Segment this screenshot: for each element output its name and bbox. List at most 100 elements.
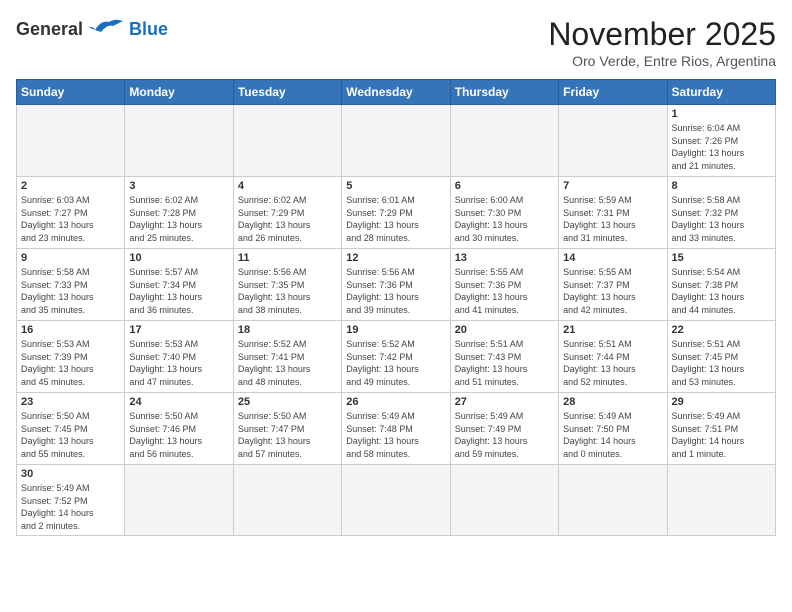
calendar-cell-6-5 [450,465,558,536]
calendar-cell-3-5: 13Sunrise: 5:55 AMSunset: 7:36 PMDayligh… [450,249,558,321]
day-number: 1 [672,108,771,120]
day-info: Sunrise: 5:52 AMSunset: 7:42 PMDaylight:… [346,338,445,388]
day-info: Sunrise: 5:57 AMSunset: 7:34 PMDaylight:… [129,266,228,316]
day-info: Sunrise: 5:51 AMSunset: 7:45 PMDaylight:… [672,338,771,388]
calendar-cell-1-5 [450,105,558,177]
calendar-cell-5-1: 23Sunrise: 5:50 AMSunset: 7:45 PMDayligh… [17,393,125,465]
calendar-cell-5-2: 24 Sunrise: 5:50 AMSunset: 7:46 PMDayligh… [125,393,233,465]
calendar-cell-1-6 [559,105,667,177]
title-section: November 2025 Oro Verde, Entre Rios, Arg… [548,16,776,69]
calendar-cell-5-7: 29 Sunrise: 5:49 AMSunset: 7:51 PMDayligh… [667,393,775,465]
calendar-header-saturday: Saturday [667,80,775,105]
day-info: Sunrise: 5:53 AMSunset: 7:40 PMDaylight:… [129,338,228,388]
day-info: Sunrise: 5:56 AMSunset: 7:36 PMDaylight:… [346,266,445,316]
day-info: Sunrise: 5:49 AMSunset: 7:49 PMDaylight:… [455,410,554,460]
day-info: Sunrise: 5:50 AMSunset: 7:46 PMDaylight:… [129,410,228,460]
day-info: Sunrise: 5:49 AMSunset: 7:51 PMDaylight:… [672,410,771,460]
calendar-cell-2-5: 6 Sunrise: 6:00 AMSunset: 7:30 PMDaylight… [450,177,558,249]
calendar-cell-4-7: 22 Sunrise: 5:51 AMSunset: 7:45 PMDayligh… [667,321,775,393]
day-number: 4 [238,180,337,192]
calendar-cell-1-4 [342,105,450,177]
day-number: 20 [455,324,554,336]
day-number: 8 [672,180,771,192]
day-number: 10 [129,252,228,264]
calendar-header-sunday: Sunday [17,80,125,105]
calendar-header-thursday: Thursday [450,80,558,105]
calendar-week-row-3: 9Sunrise: 5:58 AMSunset: 7:33 PMDaylight… [17,249,776,321]
day-info: Sunrise: 5:52 AMSunset: 7:41 PMDaylight:… [238,338,337,388]
calendar-cell-1-7: 1Sunrise: 6:04 AMSunset: 7:26 PMDaylight… [667,105,775,177]
day-info: Sunrise: 6:00 AMSunset: 7:30 PMDaylight:… [455,194,554,244]
day-info: Sunrise: 6:01 AMSunset: 7:29 PMDaylight:… [346,194,445,244]
calendar-cell-4-6: 21 Sunrise: 5:51 AMSunset: 7:44 PMDayligh… [559,321,667,393]
calendar-cell-6-3 [233,465,341,536]
day-info: Sunrise: 5:58 AMSunset: 7:33 PMDaylight:… [21,266,120,316]
calendar-cell-6-1: 30Sunrise: 5:49 AMSunset: 7:52 PMDayligh… [17,465,125,536]
day-info: Sunrise: 5:49 AMSunset: 7:52 PMDaylight:… [21,482,120,532]
day-number: 26 [346,396,445,408]
logo-blue-text: Blue [129,19,168,40]
calendar-cell-4-4: 19 Sunrise: 5:52 AMSunset: 7:42 PMDayligh… [342,321,450,393]
day-info: Sunrise: 6:03 AMSunset: 7:27 PMDaylight:… [21,194,120,244]
day-number: 15 [672,252,771,264]
day-info: Sunrise: 5:55 AMSunset: 7:36 PMDaylight:… [455,266,554,316]
calendar-header-friday: Friday [559,80,667,105]
day-number: 28 [563,396,662,408]
calendar-week-row-4: 16 Sunrise: 5:53 AMSunset: 7:39 PMDayligh… [17,321,776,393]
day-info: Sunrise: 5:51 AMSunset: 7:44 PMDaylight:… [563,338,662,388]
calendar-week-row-2: 2 Sunrise: 6:03 AMSunset: 7:27 PMDaylight… [17,177,776,249]
calendar-cell-4-3: 18 Sunrise: 5:52 AMSunset: 7:41 PMDayligh… [233,321,341,393]
calendar-cell-5-5: 27 Sunrise: 5:49 AMSunset: 7:49 PMDayligh… [450,393,558,465]
day-info: Sunrise: 5:53 AMSunset: 7:39 PMDaylight:… [21,338,120,388]
month-title: November 2025 [548,16,776,53]
day-info: Sunrise: 6:02 AMSunset: 7:28 PMDaylight:… [129,194,228,244]
calendar-cell-6-7 [667,465,775,536]
calendar-cell-3-4: 12 Sunrise: 5:56 AMSunset: 7:36 PMDayligh… [342,249,450,321]
day-info: Sunrise: 5:59 AMSunset: 7:31 PMDaylight:… [563,194,662,244]
calendar-cell-2-4: 5Sunrise: 6:01 AMSunset: 7:29 PMDaylight… [342,177,450,249]
day-number: 19 [346,324,445,336]
day-number: 11 [238,252,337,264]
day-info: Sunrise: 5:49 AMSunset: 7:48 PMDaylight:… [346,410,445,460]
calendar-cell-3-7: 15 Sunrise: 5:54 AMSunset: 7:38 PMDayligh… [667,249,775,321]
logo-bird-icon [87,16,125,43]
calendar-cell-2-1: 2 Sunrise: 6:03 AMSunset: 7:27 PMDaylight… [17,177,125,249]
calendar-cell-1-1 [17,105,125,177]
calendar-cell-5-6: 28 Sunrise: 5:49 AMSunset: 7:50 PMDayligh… [559,393,667,465]
calendar-cell-2-2: 3 Sunrise: 6:02 AMSunset: 7:28 PMDaylight… [125,177,233,249]
day-number: 3 [129,180,228,192]
day-number: 18 [238,324,337,336]
calendar-cell-2-3: 4 Sunrise: 6:02 AMSunset: 7:29 PMDaylight… [233,177,341,249]
calendar-cell-1-2 [125,105,233,177]
calendar-cell-4-1: 16 Sunrise: 5:53 AMSunset: 7:39 PMDayligh… [17,321,125,393]
calendar-cell-1-3 [233,105,341,177]
day-info: Sunrise: 5:54 AMSunset: 7:38 PMDaylight:… [672,266,771,316]
calendar-cell-5-3: 25Sunrise: 5:50 AMSunset: 7:47 PMDayligh… [233,393,341,465]
day-number: 24 [129,396,228,408]
day-info: Sunrise: 5:49 AMSunset: 7:50 PMDaylight:… [563,410,662,460]
day-number: 14 [563,252,662,264]
day-number: 6 [455,180,554,192]
day-number: 29 [672,396,771,408]
logo: General Blue [16,16,168,43]
day-info: Sunrise: 5:56 AMSunset: 7:35 PMDaylight:… [238,266,337,316]
calendar-cell-2-6: 7Sunrise: 5:59 AMSunset: 7:31 PMDaylight… [559,177,667,249]
calendar-week-row-6: 30Sunrise: 5:49 AMSunset: 7:52 PMDayligh… [17,465,776,536]
day-number: 27 [455,396,554,408]
day-number: 21 [563,324,662,336]
calendar-header-tuesday: Tuesday [233,80,341,105]
day-info: Sunrise: 6:02 AMSunset: 7:29 PMDaylight:… [238,194,337,244]
day-number: 12 [346,252,445,264]
calendar-cell-6-4 [342,465,450,536]
calendar-cell-3-2: 10 Sunrise: 5:57 AMSunset: 7:34 PMDayligh… [125,249,233,321]
calendar-week-row-1: 1Sunrise: 6:04 AMSunset: 7:26 PMDaylight… [17,105,776,177]
day-number: 22 [672,324,771,336]
day-info: Sunrise: 5:55 AMSunset: 7:37 PMDaylight:… [563,266,662,316]
day-info: Sunrise: 5:58 AMSunset: 7:32 PMDaylight:… [672,194,771,244]
calendar-cell-5-4: 26 Sunrise: 5:49 AMSunset: 7:48 PMDayligh… [342,393,450,465]
day-number: 16 [21,324,120,336]
calendar-header-monday: Monday [125,80,233,105]
day-number: 2 [21,180,120,192]
calendar-cell-3-6: 14 Sunrise: 5:55 AMSunset: 7:37 PMDayligh… [559,249,667,321]
logo-text: General [16,19,83,40]
